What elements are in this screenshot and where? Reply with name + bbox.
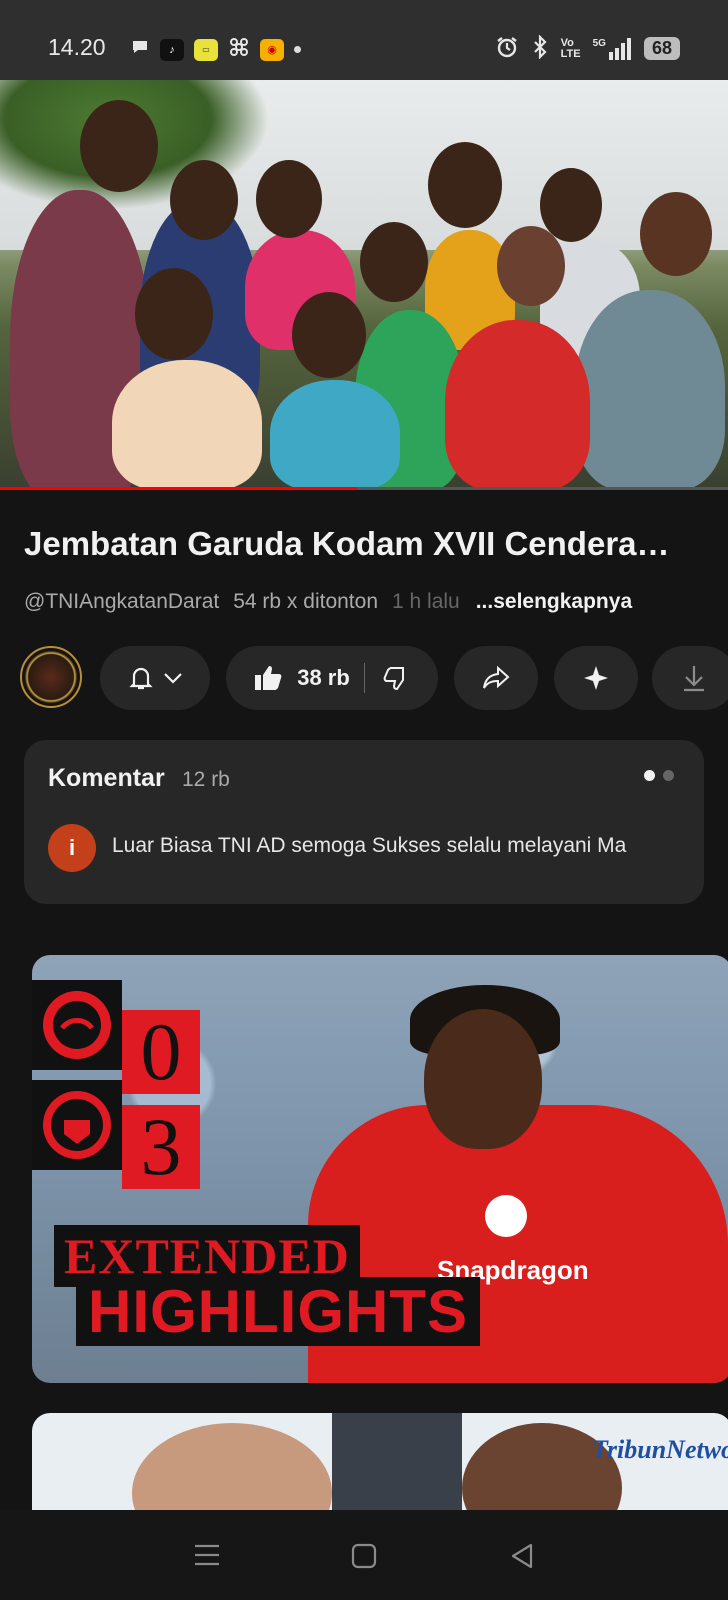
- pinwheel-icon: [228, 36, 250, 63]
- upload-time: 1 h lalu: [392, 590, 460, 613]
- menu-icon[interactable]: [192, 1542, 222, 1573]
- status-time: 14.20: [48, 34, 106, 60]
- comments-card[interactable]: Komentar 12 rb i Luar Biasa TNI AD semog…: [24, 740, 704, 904]
- alarm-icon: [495, 35, 519, 62]
- home-team-badge-box: [32, 980, 122, 1070]
- next-video-thumbnail[interactable]: Snapdragon 0 3 EXTENDED HIGHLIGHTS: [32, 955, 728, 1383]
- away-team-badge-box: [32, 1080, 122, 1170]
- comments-pager-dots: [644, 770, 674, 781]
- pager-dot-active: [644, 770, 655, 781]
- highlights-line-2: HIGHLIGHTS: [76, 1277, 480, 1346]
- share-button[interactable]: [454, 646, 538, 710]
- thumbs-up-icon[interactable]: [253, 663, 283, 693]
- subscribe-notification-button[interactable]: [100, 646, 210, 710]
- view-count: 54 rb x ditonton: [233, 590, 378, 613]
- home-square-icon[interactable]: [350, 1542, 378, 1575]
- thumbs-down-icon[interactable]: [383, 664, 411, 692]
- like-dislike-group: 38 rb: [226, 646, 438, 710]
- network-type: 5G: [592, 37, 606, 49]
- sponsor-logo-icon: [485, 1195, 527, 1237]
- like-count[interactable]: 38 rb: [297, 665, 350, 691]
- comments-heading: Komentar: [48, 764, 165, 792]
- pager-dot: [663, 770, 674, 781]
- third-video-thumbnail[interactable]: TribunNetwork: [32, 1413, 728, 1513]
- man-utd-crest-icon: [43, 1091, 111, 1159]
- chevron-down-icon: [163, 672, 183, 684]
- back-triangle-icon[interactable]: [508, 1542, 536, 1575]
- status-bar: 14.20 ♪ ▭ ◉ Vo LTE 5G 68: [0, 0, 728, 80]
- chat-bubble-icon: [130, 37, 150, 62]
- tiktok-icon: ♪: [160, 38, 184, 61]
- like-divider: [363, 663, 365, 693]
- channel-watermark: TribunNetwork: [592, 1435, 728, 1464]
- bell-icon: [127, 664, 155, 692]
- video-meta[interactable]: @TNIAngkatanDarat 54 rb x ditonton 1 h lal…: [24, 590, 646, 614]
- away-score: 3: [122, 1101, 200, 1192]
- commenter-avatar: i: [48, 824, 96, 872]
- top-comment-text: Luar Biasa TNI AD semoga Sukses selalu m…: [112, 834, 627, 857]
- volte-label: Vo LTE: [560, 36, 581, 60]
- battery-indicator: 68: [643, 37, 680, 60]
- signal-icon: 5G: [592, 37, 632, 60]
- radio-app-icon: ◉: [260, 38, 284, 61]
- comments-count: 12 rb: [182, 768, 230, 791]
- home-score: 0: [122, 1006, 200, 1097]
- channel-handle[interactable]: @TNIAngkatanDarat: [24, 590, 219, 613]
- ask-ai-button[interactable]: [554, 646, 638, 710]
- app-yellow-icon: ▭: [194, 38, 218, 61]
- more-notifications-dot: [294, 46, 301, 53]
- system-status-icons: Vo LTE 5G 68: [495, 34, 680, 62]
- video-title[interactable]: Jembatan Garuda Kodam XVII Cendera…: [24, 525, 704, 563]
- bluetooth-icon: [531, 34, 549, 62]
- download-button[interactable]: [652, 646, 728, 710]
- share-arrow-icon: [482, 665, 510, 691]
- system-navigation-bar: [0, 1510, 728, 1600]
- channel-avatar[interactable]: [20, 646, 82, 708]
- download-icon: [682, 664, 706, 692]
- action-row: 38 rb: [20, 646, 728, 712]
- show-more-link[interactable]: ...selengkapnya: [476, 590, 632, 613]
- sparkle-icon: [583, 665, 609, 691]
- brighton-crest-icon: [43, 991, 111, 1059]
- video-player[interactable]: [0, 80, 728, 490]
- notification-icons: ♪ ▭ ◉: [130, 36, 301, 63]
